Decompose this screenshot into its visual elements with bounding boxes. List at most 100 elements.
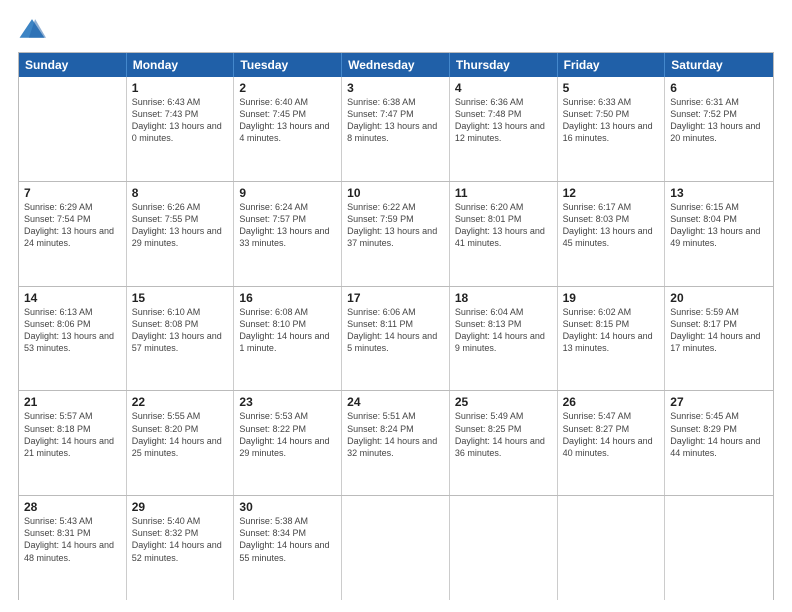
cell-detail: Sunrise: 6:17 AM Sunset: 8:03 PM Dayligh… [563,201,660,250]
calendar-cell [450,496,558,600]
calendar-cell: 4Sunrise: 6:36 AM Sunset: 7:48 PM Daylig… [450,77,558,181]
cell-detail: Sunrise: 6:40 AM Sunset: 7:45 PM Dayligh… [239,96,336,145]
calendar-cell: 1Sunrise: 6:43 AM Sunset: 7:43 PM Daylig… [127,77,235,181]
calendar-body: 1Sunrise: 6:43 AM Sunset: 7:43 PM Daylig… [19,77,773,600]
calendar-cell: 15Sunrise: 6:10 AM Sunset: 8:08 PM Dayli… [127,287,235,391]
calendar-cell [19,77,127,181]
day-number: 27 [670,395,768,409]
cell-detail: Sunrise: 6:33 AM Sunset: 7:50 PM Dayligh… [563,96,660,145]
cell-detail: Sunrise: 6:15 AM Sunset: 8:04 PM Dayligh… [670,201,768,250]
calendar-cell: 28Sunrise: 5:43 AM Sunset: 8:31 PM Dayli… [19,496,127,600]
calendar-cell: 21Sunrise: 5:57 AM Sunset: 8:18 PM Dayli… [19,391,127,495]
day-number: 5 [563,81,660,95]
calendar-cell: 30Sunrise: 5:38 AM Sunset: 8:34 PM Dayli… [234,496,342,600]
cell-detail: Sunrise: 5:55 AM Sunset: 8:20 PM Dayligh… [132,410,229,459]
cell-detail: Sunrise: 5:47 AM Sunset: 8:27 PM Dayligh… [563,410,660,459]
calendar-cell: 29Sunrise: 5:40 AM Sunset: 8:32 PM Dayli… [127,496,235,600]
day-number: 20 [670,291,768,305]
day-number: 13 [670,186,768,200]
day-number: 10 [347,186,444,200]
day-number: 24 [347,395,444,409]
cell-detail: Sunrise: 6:10 AM Sunset: 8:08 PM Dayligh… [132,306,229,355]
header-day-monday: Monday [127,53,235,77]
cell-detail: Sunrise: 6:29 AM Sunset: 7:54 PM Dayligh… [24,201,121,250]
day-number: 7 [24,186,121,200]
cell-detail: Sunrise: 5:59 AM Sunset: 8:17 PM Dayligh… [670,306,768,355]
header-day-sunday: Sunday [19,53,127,77]
day-number: 25 [455,395,552,409]
logo-icon [18,16,46,44]
day-number: 11 [455,186,552,200]
header [18,16,774,44]
calendar: SundayMondayTuesdayWednesdayThursdayFrid… [18,52,774,600]
calendar-cell: 27Sunrise: 5:45 AM Sunset: 8:29 PM Dayli… [665,391,773,495]
calendar-cell: 8Sunrise: 6:26 AM Sunset: 7:55 PM Daylig… [127,182,235,286]
cell-detail: Sunrise: 6:24 AM Sunset: 7:57 PM Dayligh… [239,201,336,250]
day-number: 30 [239,500,336,514]
cell-detail: Sunrise: 5:43 AM Sunset: 8:31 PM Dayligh… [24,515,121,564]
cell-detail: Sunrise: 6:31 AM Sunset: 7:52 PM Dayligh… [670,96,768,145]
header-day-tuesday: Tuesday [234,53,342,77]
day-number: 22 [132,395,229,409]
cell-detail: Sunrise: 5:51 AM Sunset: 8:24 PM Dayligh… [347,410,444,459]
calendar-cell: 7Sunrise: 6:29 AM Sunset: 7:54 PM Daylig… [19,182,127,286]
cell-detail: Sunrise: 6:26 AM Sunset: 7:55 PM Dayligh… [132,201,229,250]
calendar-cell: 10Sunrise: 6:22 AM Sunset: 7:59 PM Dayli… [342,182,450,286]
cell-detail: Sunrise: 5:53 AM Sunset: 8:22 PM Dayligh… [239,410,336,459]
day-number: 14 [24,291,121,305]
calendar-cell: 19Sunrise: 6:02 AM Sunset: 8:15 PM Dayli… [558,287,666,391]
day-number: 15 [132,291,229,305]
cell-detail: Sunrise: 5:57 AM Sunset: 8:18 PM Dayligh… [24,410,121,459]
calendar-cell: 22Sunrise: 5:55 AM Sunset: 8:20 PM Dayli… [127,391,235,495]
day-number: 2 [239,81,336,95]
calendar-cell [342,496,450,600]
day-number: 29 [132,500,229,514]
cell-detail: Sunrise: 6:13 AM Sunset: 8:06 PM Dayligh… [24,306,121,355]
day-number: 26 [563,395,660,409]
header-day-wednesday: Wednesday [342,53,450,77]
calendar-cell: 11Sunrise: 6:20 AM Sunset: 8:01 PM Dayli… [450,182,558,286]
calendar-cell: 25Sunrise: 5:49 AM Sunset: 8:25 PM Dayli… [450,391,558,495]
cell-detail: Sunrise: 5:38 AM Sunset: 8:34 PM Dayligh… [239,515,336,564]
day-number: 3 [347,81,444,95]
calendar-cell: 23Sunrise: 5:53 AM Sunset: 8:22 PM Dayli… [234,391,342,495]
calendar-cell [665,496,773,600]
cell-detail: Sunrise: 5:49 AM Sunset: 8:25 PM Dayligh… [455,410,552,459]
cell-detail: Sunrise: 6:20 AM Sunset: 8:01 PM Dayligh… [455,201,552,250]
cell-detail: Sunrise: 6:06 AM Sunset: 8:11 PM Dayligh… [347,306,444,355]
day-number: 19 [563,291,660,305]
header-day-saturday: Saturday [665,53,773,77]
day-number: 6 [670,81,768,95]
day-number: 18 [455,291,552,305]
calendar-cell: 6Sunrise: 6:31 AM Sunset: 7:52 PM Daylig… [665,77,773,181]
cell-detail: Sunrise: 6:04 AM Sunset: 8:13 PM Dayligh… [455,306,552,355]
day-number: 28 [24,500,121,514]
calendar-cell: 18Sunrise: 6:04 AM Sunset: 8:13 PM Dayli… [450,287,558,391]
calendar-cell: 5Sunrise: 6:33 AM Sunset: 7:50 PM Daylig… [558,77,666,181]
calendar-page: SundayMondayTuesdayWednesdayThursdayFrid… [0,0,792,612]
day-number: 9 [239,186,336,200]
week-row-4: 21Sunrise: 5:57 AM Sunset: 8:18 PM Dayli… [19,391,773,496]
calendar-cell: 3Sunrise: 6:38 AM Sunset: 7:47 PM Daylig… [342,77,450,181]
day-number: 23 [239,395,336,409]
logo [18,16,48,44]
day-number: 4 [455,81,552,95]
day-number: 12 [563,186,660,200]
calendar-cell: 13Sunrise: 6:15 AM Sunset: 8:04 PM Dayli… [665,182,773,286]
calendar-cell: 9Sunrise: 6:24 AM Sunset: 7:57 PM Daylig… [234,182,342,286]
calendar-cell: 14Sunrise: 6:13 AM Sunset: 8:06 PM Dayli… [19,287,127,391]
cell-detail: Sunrise: 6:36 AM Sunset: 7:48 PM Dayligh… [455,96,552,145]
cell-detail: Sunrise: 6:08 AM Sunset: 8:10 PM Dayligh… [239,306,336,355]
calendar-cell [558,496,666,600]
calendar-cell: 16Sunrise: 6:08 AM Sunset: 8:10 PM Dayli… [234,287,342,391]
header-day-thursday: Thursday [450,53,558,77]
cell-detail: Sunrise: 6:02 AM Sunset: 8:15 PM Dayligh… [563,306,660,355]
day-number: 8 [132,186,229,200]
calendar-header: SundayMondayTuesdayWednesdayThursdayFrid… [19,53,773,77]
week-row-3: 14Sunrise: 6:13 AM Sunset: 8:06 PM Dayli… [19,287,773,392]
header-day-friday: Friday [558,53,666,77]
calendar-cell: 12Sunrise: 6:17 AM Sunset: 8:03 PM Dayli… [558,182,666,286]
cell-detail: Sunrise: 5:45 AM Sunset: 8:29 PM Dayligh… [670,410,768,459]
week-row-1: 1Sunrise: 6:43 AM Sunset: 7:43 PM Daylig… [19,77,773,182]
cell-detail: Sunrise: 6:22 AM Sunset: 7:59 PM Dayligh… [347,201,444,250]
